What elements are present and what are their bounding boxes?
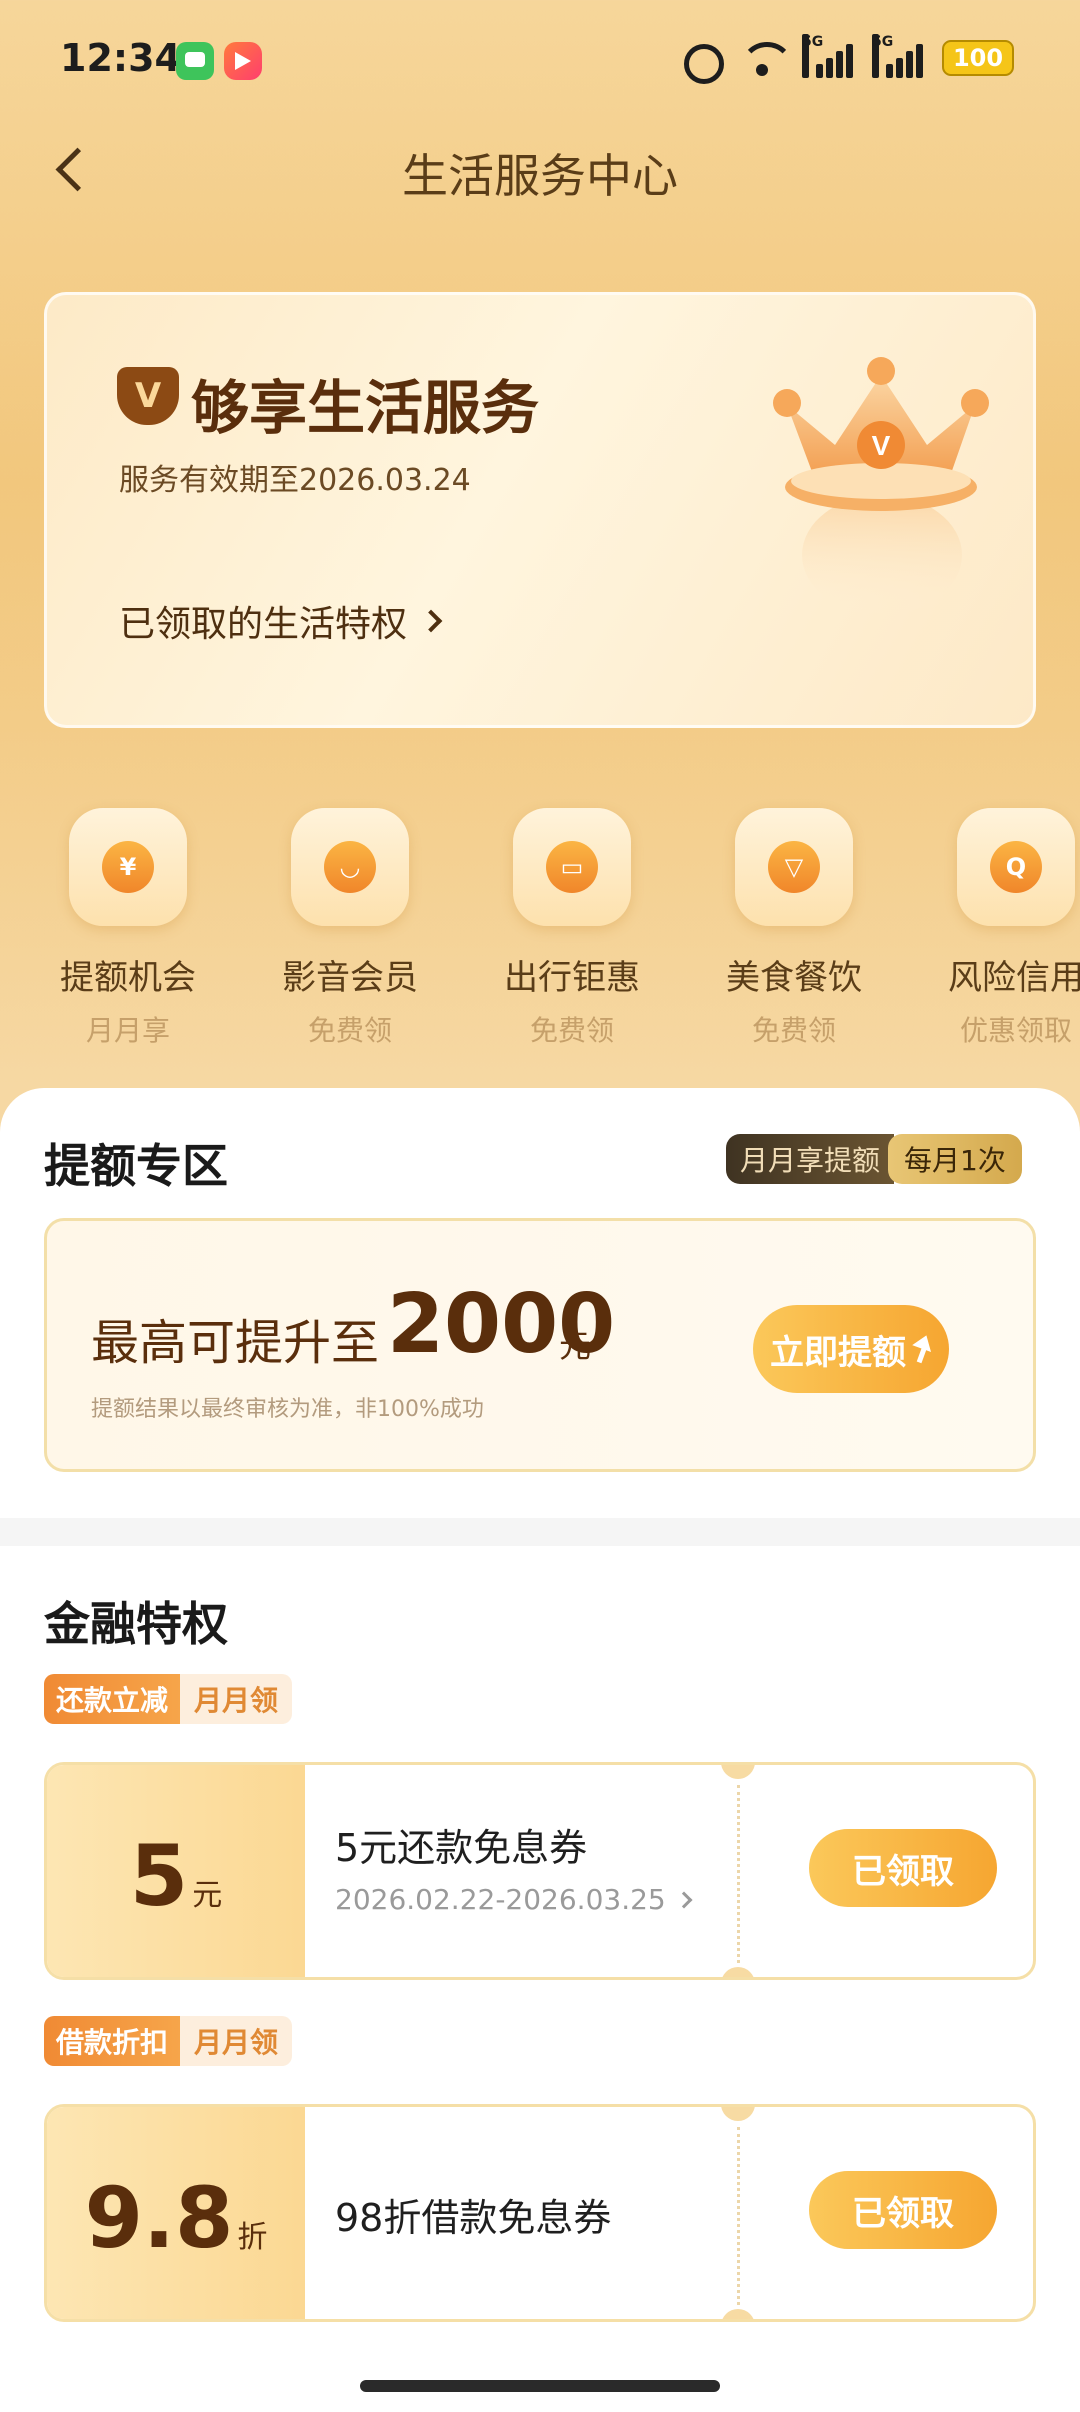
vip-shield-icon: V [117, 367, 179, 425]
category-sub: 免费领 [751, 1014, 836, 1047]
claimed-button[interactable]: 已领取 [809, 2171, 997, 2249]
coupon-card: 5 元 5元还款免息券 2026.02.22-2026.03.25 已领取 [44, 1762, 1036, 1980]
status-bar: 12:34 5G 5G 100 [0, 0, 1080, 120]
category-label: 风险信用 [948, 958, 1080, 998]
crown-badge-letter: V [872, 430, 891, 461]
coupon-card: 9.8 折 98折借款免息券 已领取 [44, 2104, 1036, 2322]
membership-card: V 够享生活服务 服务有效期至2026.03.24 已领取的生活特权 V [44, 292, 1036, 728]
category-label: 出行钜惠 [504, 958, 640, 998]
category-travel-deals[interactable]: ▭ 出行钜惠 免费领 [472, 808, 672, 1049]
coupon-tag-frequency: 月月领 [180, 2016, 293, 2066]
alarm-icon [678, 38, 724, 84]
limit-promo-card: 最高可提升至 2000 元 提额结果以最终审核为准，非100%成功 立即提额 [44, 1218, 1036, 1472]
limit-increase-glyph: ¥ [102, 841, 154, 893]
limit-section-title: 提额专区 [44, 1139, 228, 1193]
shield-search-glyph: Q [990, 841, 1042, 893]
category-sub: 免费领 [307, 1014, 392, 1047]
category-sub: 免费领 [529, 1014, 614, 1047]
drink-cup-icon: ▽ [735, 808, 853, 926]
category-media-membership[interactable]: ◡ 影音会员 免费领 [250, 808, 450, 1049]
media-membership-icon: ◡ [291, 808, 409, 926]
coupon-title: 5元还款免息券 [335, 1826, 588, 1870]
coupon-notch-bottom [721, 2309, 755, 2319]
coupon-tag: 借款折扣 月月领 [44, 2016, 293, 2066]
chevron-right-icon [419, 609, 443, 633]
coupon-value-number: 5 [129, 1827, 189, 1925]
messages-app-icon [176, 42, 214, 80]
category-limit-increase[interactable]: ¥ 提额机会 月月享 [28, 808, 228, 1049]
coupon-notch-top [721, 1765, 755, 1779]
increase-limit-button[interactable]: 立即提额 [753, 1305, 949, 1393]
media-membership-glyph: ◡ [324, 841, 376, 893]
coupon-notch-bottom [721, 1967, 755, 1977]
category-sub: 优惠领取 [959, 1014, 1072, 1047]
car-glyph: ▭ [546, 841, 598, 893]
promo-unit: 元 [559, 1327, 592, 1365]
wifi-icon [740, 38, 794, 78]
signal-icon: 5G [802, 34, 854, 78]
battery-icon: 100 [942, 40, 1014, 76]
membership-title: 够享生活服务 [191, 374, 540, 442]
arrow-up-icon [914, 1335, 932, 1363]
category-label: 美食餐饮 [726, 958, 862, 998]
coupon-value: 5 元 [47, 1765, 305, 1977]
promo-prefix: 最高可提升至 [91, 1315, 380, 1371]
coupon-tag-type: 还款立减 [44, 1674, 181, 1724]
crown-icon: V [773, 357, 989, 615]
coupon-validity-link[interactable]: 2026.02.22-2026.03.25 [335, 1883, 693, 1916]
coupon-tag: 还款立减 月月领 [44, 1674, 293, 1724]
claimed-privileges-link[interactable]: 已领取的生活特权 [119, 595, 443, 647]
increase-limit-label: 立即提额 [770, 1332, 906, 1373]
membership-validity: 服务有效期至2026.03.24 [119, 463, 471, 498]
coupon-value: 9.8 折 [47, 2107, 305, 2319]
shield-search-icon: Q [957, 808, 1075, 926]
network-type-2: 5G [872, 34, 893, 78]
signal-icon-2: 5G [872, 34, 924, 78]
drink-cup-glyph: ▽ [768, 841, 820, 893]
network-type-1: 5G [802, 34, 823, 78]
coupon-perforation [737, 2127, 740, 2305]
category-label: 影音会员 [282, 958, 418, 998]
claimed-privileges-label: 已领取的生活特权 [119, 604, 408, 645]
status-icons: 5G 5G 100 [678, 34, 1014, 84]
section-divider [0, 1518, 1080, 1546]
category-row: ¥ 提额机会 月月享 ◡ 影音会员 免费领 ▭ 出行钜惠 免费领 ▽ 美食餐饮 … [0, 808, 1080, 1047]
status-time: 12:34 [60, 36, 181, 80]
claimed-button[interactable]: 已领取 [809, 1829, 997, 1907]
coupon-validity-dates: 2026.02.22-2026.03.25 [335, 1883, 666, 1916]
coupon-value-unit: 元 [192, 1878, 223, 1913]
coupon-title: 98折借款免息券 [335, 2196, 612, 2240]
chevron-right-icon [675, 1891, 693, 1908]
coupon-value-unit: 折 [237, 2220, 268, 2255]
category-risk-credit[interactable]: Q 风险信用 优惠领取 [916, 808, 1080, 1049]
page-title: 生活服务中心 [402, 149, 678, 203]
limit-section-tag: 月月享提额 每月1次 [726, 1134, 1022, 1184]
coupon-tag-frequency: 月月领 [180, 1674, 293, 1724]
home-indicator[interactable] [360, 2380, 720, 2392]
tag-once-per-month: 每月1次 [888, 1134, 1022, 1184]
tag-monthly-limit: 月月享提额 [726, 1134, 895, 1184]
coupon-tag-type: 借款折扣 [44, 2016, 181, 2066]
category-food-dining[interactable]: ▽ 美食餐饮 免费领 [694, 808, 894, 1049]
finance-section-title: 金融特权 [44, 1597, 228, 1651]
coupon-perforation [737, 1785, 740, 1963]
coupon-notch-top [721, 2107, 755, 2121]
category-sub: 月月享 [85, 1014, 170, 1047]
limit-increase-icon: ¥ [69, 808, 187, 926]
promo-disclaimer: 提额结果以最终审核为准，非100%成功 [91, 1397, 484, 1422]
car-icon: ▭ [513, 808, 631, 926]
category-label: 提额机会 [60, 958, 196, 998]
video-app-icon [224, 42, 262, 80]
coupon-value-number: 9.8 [84, 2169, 234, 2267]
